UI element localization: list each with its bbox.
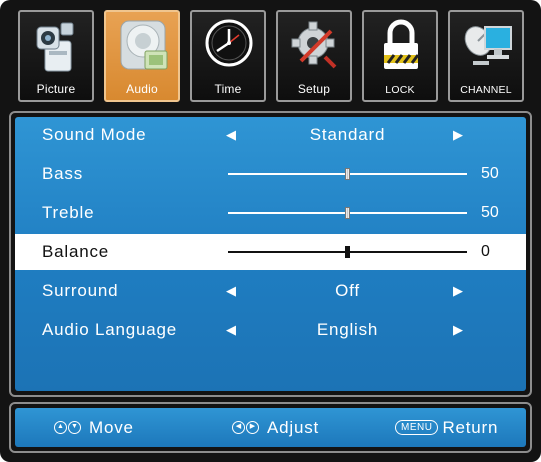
hint-return: MENU Return	[395, 418, 498, 438]
tab-label: Picture	[36, 82, 76, 96]
arrow-right-icon[interactable]: ▶	[453, 283, 463, 299]
menu-key-icon: MENU	[395, 420, 439, 435]
arrow-left-icon[interactable]: ◀	[226, 283, 236, 299]
arrow-left-icon[interactable]: ◀	[226, 322, 236, 338]
tab-time[interactable]: Time	[190, 10, 266, 102]
menu-row-sound-mode[interactable]: Sound Mode ◀ Standard ▶	[15, 117, 526, 153]
clock-icon	[205, 19, 253, 67]
left-right-icon: ◀ ▶	[232, 421, 259, 434]
treble-value: 50	[481, 204, 499, 221]
slider-knob[interactable]	[345, 246, 350, 258]
menu-row-surround[interactable]: Surround ◀ Off ▶	[15, 273, 526, 309]
satellite-monitor-icon	[464, 26, 512, 65]
audio-settings-panel: Sound Mode ◀ Standard ▶ Bass 50 Treble 5…	[9, 111, 532, 397]
hint-adjust: ◀ ▶ Adjust	[232, 418, 319, 438]
hint-adjust-label: Adjust	[267, 417, 320, 437]
hint-move-label: Move	[89, 417, 134, 437]
balance-slider[interactable]	[228, 246, 467, 258]
row-label: Sound Mode	[42, 125, 147, 144]
bass-value: 50	[481, 165, 499, 182]
tab-label: CHANNEL	[460, 84, 512, 96]
tab-label: Setup	[297, 82, 331, 96]
tv-osd-frame: Picture Audio Time Setup LOCK CHANNEL So…	[0, 0, 541, 462]
tab-lock[interactable]: LOCK	[362, 10, 438, 102]
balance-value: 0	[481, 243, 490, 260]
tab-label: LOCK	[385, 84, 415, 96]
tab-label: Audio	[126, 82, 158, 96]
gear-wrench-icon	[291, 21, 337, 69]
arrow-right-icon[interactable]: ▶	[453, 322, 463, 338]
help-bar-inner: ▲ ▼ Move ◀ ▶ Adjust MENU Return	[15, 408, 526, 447]
arrow-right-icon[interactable]: ▶	[453, 127, 463, 143]
bass-slider[interactable]	[228, 168, 467, 180]
surround-value: Off	[335, 281, 360, 300]
slider-knob[interactable]	[345, 207, 350, 219]
treble-slider[interactable]	[228, 207, 467, 219]
row-label: Balance	[42, 242, 110, 261]
row-label: Treble	[42, 203, 95, 222]
padlock-icon	[384, 19, 420, 69]
tab-audio[interactable]: Audio	[104, 10, 180, 102]
tab-picture[interactable]: Picture	[18, 10, 94, 102]
row-label: Bass	[42, 164, 83, 183]
help-bar: ▲ ▼ Move ◀ ▶ Adjust MENU Return	[9, 402, 532, 453]
tab-label: Time	[214, 82, 242, 96]
menu-row-bass[interactable]: Bass 50	[15, 156, 526, 192]
tab-channel[interactable]: CHANNEL	[448, 10, 524, 102]
menu-row-audio-language[interactable]: Audio Language ◀ English ▶	[15, 312, 526, 348]
hint-return-label: Return	[442, 417, 499, 437]
slider-knob[interactable]	[345, 168, 350, 180]
menu-row-balance[interactable]: Balance 0	[15, 234, 526, 270]
row-label: Surround	[42, 281, 119, 300]
menu-row-treble[interactable]: Treble 50	[15, 195, 526, 231]
audio-language-value: English	[316, 320, 379, 339]
up-down-icon: ▲ ▼	[54, 421, 81, 434]
tab-setup[interactable]: Setup	[276, 10, 352, 102]
arrow-left-icon[interactable]: ◀	[226, 127, 236, 143]
row-label: Audio Language	[42, 320, 178, 339]
speaker-icon	[120, 20, 168, 70]
camera-icon	[36, 22, 74, 72]
menu-tab-bar: Picture Audio Time Setup LOCK CHANNEL	[0, 0, 541, 112]
hint-move: ▲ ▼ Move	[54, 418, 134, 438]
sound-mode-value: Standard	[309, 125, 386, 144]
audio-settings-list: Sound Mode ◀ Standard ▶ Bass 50 Treble 5…	[15, 117, 526, 391]
